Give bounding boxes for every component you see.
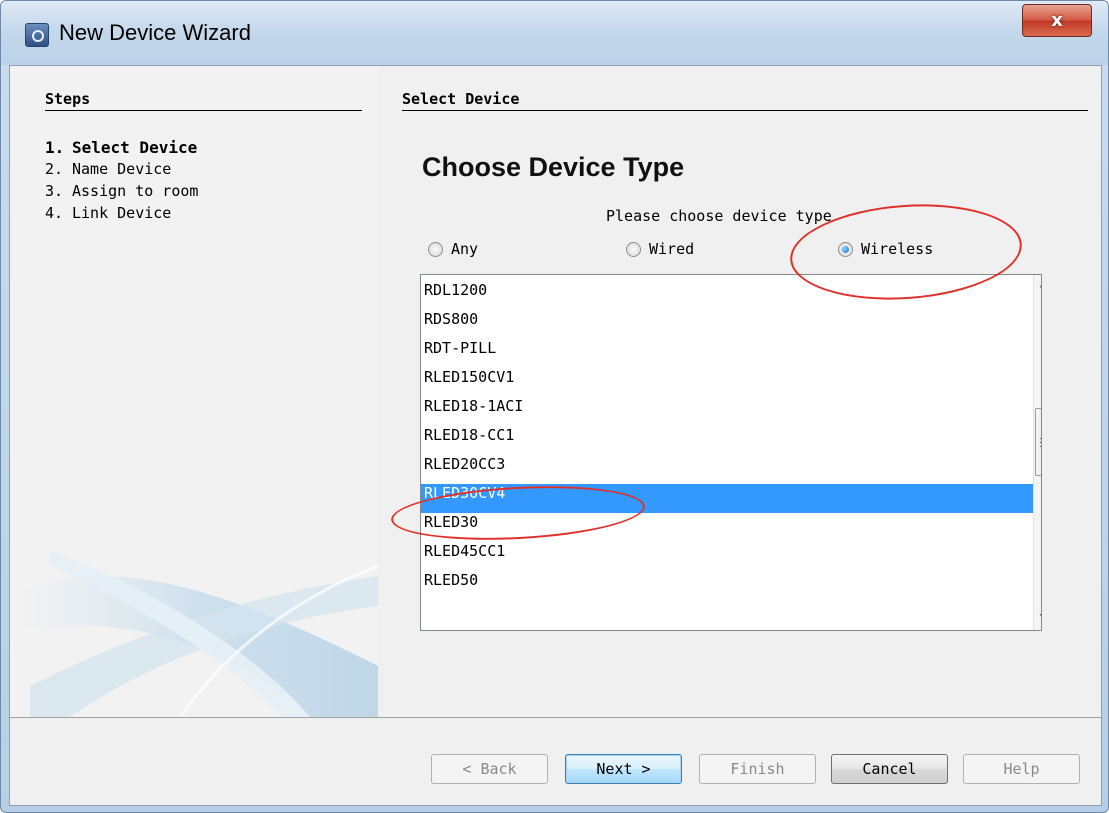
decorative-swoosh	[10, 551, 378, 717]
scroll-down-icon[interactable]: ▼	[1034, 609, 1041, 626]
window-title: New Device Wizard	[59, 20, 251, 45]
step-number: 2.	[45, 160, 64, 178]
radio-indicator	[428, 241, 443, 257]
finish-button[interactable]: Finish	[699, 754, 816, 784]
steps-heading: Steps	[45, 90, 91, 108]
list-item[interactable]: RLED18-1ACI	[421, 397, 1033, 426]
step-link-device: 4. Link Device	[45, 204, 198, 226]
step-number: 3.	[45, 182, 64, 200]
list-item[interactable]: RLED150CV1	[421, 368, 1033, 397]
list-item[interactable]: RDT-PILL	[421, 339, 1033, 368]
scroll-thumb[interactable]	[1035, 408, 1041, 476]
list-item[interactable]: RLED50	[421, 571, 1033, 600]
list-item[interactable]: RDL1200	[421, 281, 1033, 310]
list-item[interactable]: RLED20CC3	[421, 455, 1033, 484]
step-select-device: 1. Select Device	[45, 138, 198, 160]
step-number: 1.	[45, 138, 65, 157]
list-item[interactable]: RLED30	[421, 513, 1033, 542]
wizard-client: Steps 1. Select Device 2. Name Device 3. As…	[9, 65, 1102, 806]
close-icon: x	[1051, 10, 1063, 31]
panel-heading: Select Device	[402, 90, 520, 108]
steps-panel: Steps 1. Select Device 2. Name Device 3. As…	[10, 66, 378, 717]
close-button[interactable]: x	[1022, 4, 1092, 37]
app-icon	[25, 23, 49, 47]
wizard-window: New Device Wizard x Steps 1. Select Devic…	[0, 0, 1109, 813]
steps-divider	[45, 110, 362, 111]
content-panel: Select Device Choose Device Type Please …	[378, 66, 1101, 717]
help-button[interactable]: Help	[963, 754, 1080, 784]
scroll-up-icon[interactable]: ▲	[1034, 277, 1041, 294]
radio-indicator	[838, 241, 853, 257]
step-label: Link Device	[72, 204, 172, 222]
title-bar: New Device Wizard x	[1, 1, 1108, 65]
device-listbox[interactable]: RDL1200 RDS800 RDT-PILL RLED150CV1 RLED1…	[420, 274, 1042, 631]
radio-indicator	[626, 241, 641, 257]
step-number: 4.	[45, 204, 64, 222]
step-label: Select Device	[72, 138, 198, 157]
list-item[interactable]: RLED18-CC1	[421, 426, 1033, 455]
step-name-device: 2. Name Device	[45, 160, 198, 182]
radio-wired[interactable]: Wired	[626, 240, 694, 258]
list-item[interactable]: RLED45CC1	[421, 542, 1033, 571]
radio-any[interactable]: Any	[428, 240, 478, 258]
radio-label: Wired	[649, 240, 695, 258]
radio-wireless[interactable]: Wireless	[838, 240, 933, 258]
step-label: Assign to room	[72, 182, 199, 200]
cancel-button[interactable]: Cancel	[831, 754, 948, 784]
panel-divider	[402, 110, 1088, 111]
grip-icon	[1040, 438, 1041, 447]
radio-label: Wireless	[861, 240, 934, 258]
list-item[interactable]: RDS800	[421, 310, 1033, 339]
steps-list: 1. Select Device 2. Name Device 3. Assign t…	[45, 138, 198, 226]
list-item-selected[interactable]: RLED30CV4	[421, 484, 1033, 513]
vertical-scrollbar[interactable]: ▲ ▼	[1033, 275, 1041, 630]
step-label: Name Device	[72, 160, 172, 178]
radio-label: Any	[451, 240, 479, 258]
next-button[interactable]: Next >	[565, 754, 682, 784]
device-type-prompt: Please choose device type	[606, 207, 832, 225]
page-title: Choose Device Type	[422, 152, 685, 182]
step-assign-room: 3. Assign to room	[45, 182, 198, 204]
device-list: RDL1200 RDS800 RDT-PILL RLED150CV1 RLED1…	[421, 281, 1033, 600]
back-button[interactable]: < Back	[431, 754, 548, 784]
button-bar: < Back Next > Finish Cancel Help	[10, 717, 1101, 805]
